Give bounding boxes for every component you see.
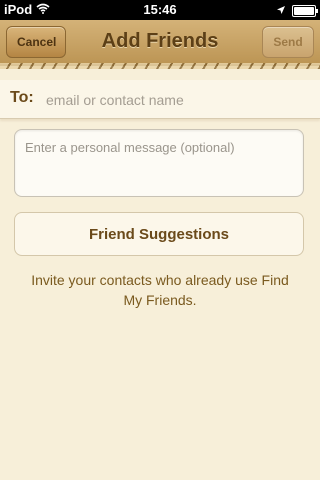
status-right — [276, 3, 318, 18]
personal-message-input[interactable] — [23, 138, 299, 192]
friend-suggestions-label: Friend Suggestions — [88, 225, 229, 243]
status-bar: iPod 15:46 — [0, 0, 320, 20]
send-button[interactable]: Send — [262, 26, 314, 58]
recipient-input[interactable] — [44, 88, 308, 112]
to-label: To: — [10, 89, 34, 106]
to-field-row: To: — [0, 80, 320, 119]
leather-stitch-divider — [0, 63, 320, 69]
status-time: 15:46 — [143, 2, 177, 17]
navigation-bar: Cancel Add Friends Send — [0, 20, 320, 69]
battery-icon — [292, 4, 318, 17]
message-box — [14, 129, 304, 197]
invite-contacts-text: Invite your contacts who already use Fin… — [31, 272, 289, 308]
friend-suggestions-button[interactable]: Friend Suggestions — [14, 212, 304, 256]
location-arrow-icon — [276, 3, 286, 18]
